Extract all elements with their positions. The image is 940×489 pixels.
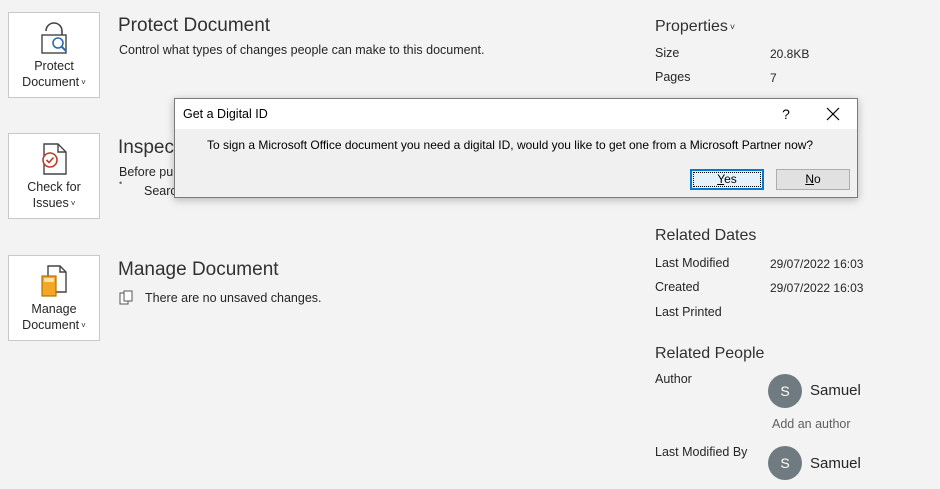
yes-button[interactable]: Yes <box>690 169 764 190</box>
date-label-last-printed: Last Printed <box>655 305 722 319</box>
no-rest: o <box>813 172 821 186</box>
related-dates-heading: Related Dates <box>655 227 757 244</box>
check-label-2: Issues <box>32 196 69 210</box>
close-icon <box>826 107 840 121</box>
property-value-pages: 7 <box>770 71 777 85</box>
dialog-message: To sign a Microsoft Office document you … <box>207 138 814 152</box>
inspect-document-title: Inspect <box>118 137 180 158</box>
date-label-last-modified: Last Modified <box>655 256 730 270</box>
manage-label-1: Manage <box>31 302 77 316</box>
manage-label-2: Document <box>22 318 80 332</box>
chevron-down-icon: ˅ <box>81 321 86 330</box>
manage-document-button[interactable]: Manage Document ˅ <box>8 255 100 341</box>
bullet-icon: • <box>119 178 123 188</box>
digital-id-dialog: Get a Digital ID ? To sign a Microsoft O… <box>174 98 858 198</box>
yes-rest: es <box>724 172 737 186</box>
yes-button-label: Yes <box>693 172 761 187</box>
chevron-down-icon: ˅ <box>81 78 86 87</box>
related-people-heading: Related People <box>655 345 765 362</box>
lock-document-icon <box>41 22 67 54</box>
check-for-issues-button[interactable]: Check for Issues ˅ <box>8 133 100 219</box>
last-modified-by-name[interactable]: Samuel <box>810 455 861 472</box>
check-document-icon <box>42 143 67 175</box>
date-value-last-modified: 29/07/2022 16:03 <box>770 257 864 271</box>
author-avatar[interactable]: S <box>768 374 802 408</box>
manage-document-status: There are no unsaved changes. <box>145 291 322 305</box>
property-value-size: 20.8KB <box>770 47 810 61</box>
manage-label-2-row: Document ˅ <box>9 317 99 334</box>
help-button[interactable]: ? <box>771 103 801 125</box>
manage-document-icon <box>41 265 67 297</box>
add-author-link[interactable]: Add an author <box>772 417 851 431</box>
author-name[interactable]: Samuel <box>810 382 861 399</box>
chevron-down-icon: ˅ <box>70 199 76 208</box>
no-mnemonic: N <box>805 172 814 186</box>
protect-label-1: Protect <box>34 59 74 73</box>
date-value-created: 29/07/2022 16:03 <box>770 281 864 295</box>
property-label-size: Size <box>655 46 680 60</box>
dialog-title: Get a Digital ID <box>183 107 268 121</box>
inspect-document-description: Before pub <box>119 165 181 179</box>
check-label-2-row: Issues ˅ <box>9 195 99 212</box>
manage-document-title: Manage Document <box>118 259 279 280</box>
date-label-created: Created <box>655 280 700 294</box>
protect-document-button[interactable]: Protect Document ˅ <box>8 12 100 98</box>
chevron-down-icon: ˅ <box>729 22 736 32</box>
protect-document-title: Protect Document <box>118 15 271 36</box>
protect-label-2: Document <box>22 75 80 89</box>
properties-dropdown[interactable]: Properties ˅ <box>655 18 735 36</box>
property-label-pages: Pages <box>655 70 691 84</box>
dialog-titlebar <box>175 99 857 129</box>
protect-label-2-row: Document ˅ <box>9 74 99 91</box>
last-modified-by-avatar[interactable]: S <box>768 446 802 480</box>
check-label-1: Check for <box>27 180 81 194</box>
no-button[interactable]: No <box>776 169 850 190</box>
close-button[interactable] <box>815 103 851 125</box>
last-modified-by-label: Last Modified By <box>655 445 748 459</box>
protect-document-description: Control what types of changes people can… <box>119 43 485 57</box>
properties-heading: Properties <box>655 18 728 35</box>
document-status-icon <box>119 290 133 305</box>
author-label: Author <box>655 372 692 386</box>
